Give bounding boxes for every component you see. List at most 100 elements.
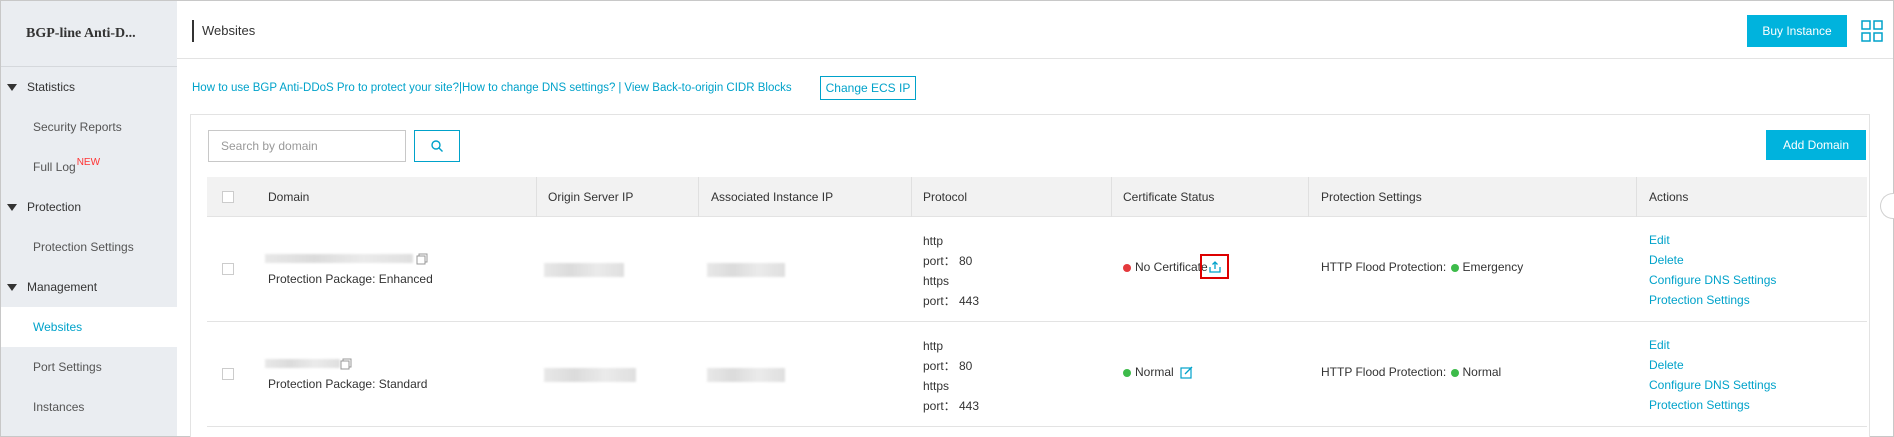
protection-label: HTTP Flood Protection:	[1321, 260, 1447, 274]
header-certificate-status: Certificate Status	[1123, 190, 1215, 204]
search-icon	[431, 140, 443, 152]
column-divider	[1636, 177, 1637, 217]
link-protect-site[interactable]: How to use BGP Anti-DDoS Pro to protect …	[192, 82, 462, 94]
protection-setting: HTTP Flood Protection: Emergency	[1321, 260, 1523, 274]
protocol-list: http port： 80 https port： 443	[923, 231, 979, 311]
table-row: Protection Package: Standard http port： …	[207, 322, 1867, 427]
page-header: Websites Buy Instance	[177, 1, 1893, 59]
caret-down-icon	[7, 283, 17, 291]
sidebar-item-protection-settings[interactable]: Protection Settings	[1, 227, 177, 267]
header-protocol: Protocol	[923, 190, 968, 204]
row-actions: Edit Delete Configure DNS Settings Prote…	[1649, 230, 1776, 310]
status-dot-green	[1450, 263, 1459, 272]
help-links: How to use BGP Anti-DDoS Pro to protect …	[192, 76, 792, 100]
column-divider	[911, 177, 912, 217]
sidebar-group-label: Management	[27, 280, 98, 294]
status-dot-green	[1123, 368, 1131, 377]
delete-link[interactable]: Delete	[1649, 250, 1776, 270]
buy-instance-button[interactable]: Buy Instance	[1747, 15, 1847, 47]
upload-icon	[1208, 260, 1221, 273]
new-badge: NEW	[76, 156, 101, 168]
column-divider	[536, 177, 537, 217]
row-checkbox[interactable]	[222, 263, 234, 275]
protocol-line: http	[923, 234, 944, 248]
change-ecs-ip-button[interactable]: Change ECS IP	[820, 76, 916, 100]
copy-icon[interactable]	[340, 358, 352, 370]
sidebar-item-label: Port Settings	[33, 360, 102, 374]
status-dot-red	[1123, 263, 1131, 272]
header-actions: Actions	[1649, 190, 1689, 204]
protection-package: Protection Package: Enhanced	[268, 272, 433, 286]
sidebar-item-port-settings[interactable]: Port Settings	[1, 347, 177, 387]
upload-certificate-button[interactable]	[1200, 254, 1229, 279]
redacted-origin-ip	[544, 263, 624, 277]
protection-label: HTTP Flood Protection:	[1321, 365, 1447, 379]
redacted-instance-ip	[707, 368, 785, 382]
sidebar-group-management[interactable]: Management	[1, 267, 177, 307]
sidebar-item-full-log[interactable]: Full Log NEW	[1, 147, 177, 187]
sidebar-group-statistics[interactable]: Statistics	[1, 67, 177, 107]
delete-link[interactable]: Delete	[1649, 355, 1776, 375]
row-checkbox[interactable]	[222, 368, 234, 380]
certificate-status: No Certificate	[1123, 260, 1208, 274]
edit-icon[interactable]	[1180, 366, 1193, 379]
search-input[interactable]: Search by domain	[208, 130, 406, 162]
protocol-line: port： 443	[923, 399, 980, 413]
header-protection-settings: Protection Settings	[1321, 190, 1422, 204]
table-row: Protection Package: Enhanced http port： …	[207, 217, 1867, 322]
link-separator: |	[618, 82, 622, 94]
header-associated-instance-ip: Associated Instance IP	[711, 190, 834, 204]
protocol-list: http port： 80 https port： 443	[923, 336, 979, 416]
protocol-line: port： 80	[923, 254, 973, 268]
protection-setting: HTTP Flood Protection: Normal	[1321, 365, 1501, 379]
sidebar-item-label: Websites	[33, 320, 83, 334]
redacted-domain	[265, 359, 340, 368]
edit-link[interactable]: Edit	[1649, 335, 1776, 355]
sidebar: BGP-line Anti-D... Statistics Security R…	[1, 1, 177, 436]
status-dot-green	[1450, 368, 1459, 377]
protection-settings-link[interactable]: Protection Settings	[1649, 395, 1776, 415]
link-cidr-blocks[interactable]: View Back-to-origin CIDR Blocks	[624, 82, 791, 94]
protocol-line: https	[923, 379, 950, 393]
caret-down-icon	[7, 83, 17, 91]
link-change-dns[interactable]: How to change DNS settings?	[462, 82, 615, 94]
configure-dns-link[interactable]: Configure DNS Settings	[1649, 270, 1776, 290]
protection-settings-link[interactable]: Protection Settings	[1649, 290, 1776, 310]
sidebar-item-label: Full Log	[33, 160, 76, 174]
search-button[interactable]	[414, 130, 460, 162]
protection-mode: Normal	[1462, 365, 1502, 379]
configure-dns-link[interactable]: Configure DNS Settings	[1649, 375, 1776, 395]
table-header: Domain Origin Server IP Associated Insta…	[207, 177, 1867, 217]
protocol-line: http	[923, 339, 944, 353]
sidebar-group-label: Statistics	[27, 80, 76, 94]
sidebar-item-security-reports[interactable]: Security Reports	[1, 107, 177, 147]
copy-icon[interactable]	[416, 253, 428, 265]
protocol-line: port： 443	[923, 294, 980, 308]
certificate-status-text: Normal	[1135, 365, 1174, 379]
sidebar-group-label: Protection	[27, 200, 82, 214]
protection-package: Protection Package: Standard	[268, 377, 428, 391]
caret-down-icon	[7, 203, 17, 211]
page-title: Websites	[202, 23, 256, 38]
redacted-instance-ip	[707, 263, 785, 277]
select-all-checkbox[interactable]	[222, 191, 234, 203]
column-divider	[698, 177, 699, 217]
sidebar-title: BGP-line Anti-D...	[1, 1, 177, 67]
title-accent-bar	[192, 20, 194, 42]
edit-link[interactable]: Edit	[1649, 230, 1776, 250]
column-divider	[1111, 177, 1112, 217]
sidebar-item-instances[interactable]: Instances	[1, 387, 177, 427]
redacted-origin-ip	[544, 368, 636, 382]
certificate-status-text: No Certificate	[1135, 260, 1208, 274]
sidebar-item-label: Instances	[33, 400, 85, 414]
sidebar-group-protection[interactable]: Protection	[1, 187, 177, 227]
redacted-domain	[265, 254, 413, 263]
add-domain-button[interactable]: Add Domain	[1766, 130, 1866, 160]
sidebar-item-websites[interactable]: Websites	[1, 307, 177, 347]
row-actions: Edit Delete Configure DNS Settings Prote…	[1649, 335, 1776, 415]
grid-icon[interactable]	[1861, 20, 1883, 42]
protocol-line: port： 80	[923, 359, 973, 373]
sidebar-item-label: Protection Settings	[33, 240, 134, 254]
sidebar-item-label: Security Reports	[33, 120, 122, 134]
header-domain: Domain	[268, 190, 310, 204]
